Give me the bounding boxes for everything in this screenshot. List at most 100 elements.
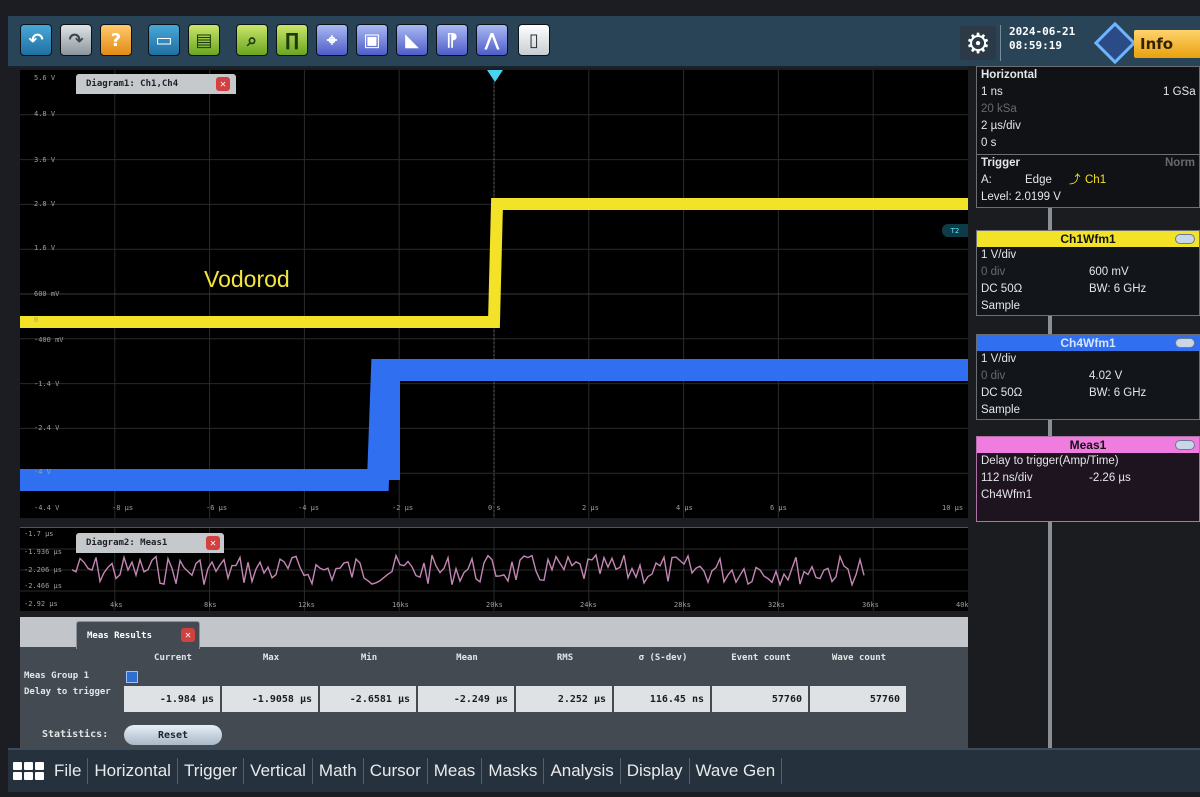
cursor-icon[interactable]: ⌖	[316, 24, 348, 56]
ch4-offset: 4.02 V	[1089, 370, 1123, 382]
result-cell: -2.249 µs	[418, 686, 514, 712]
redo-icon[interactable]: ↷	[60, 24, 92, 56]
ch4-toggle-icon[interactable]	[1175, 338, 1195, 348]
ch1-waveform	[20, 198, 968, 328]
x-tick-label: 2 µs	[582, 504, 599, 512]
horizontal-position: 0 s	[981, 137, 997, 149]
meas-results-panel: Meas Results ✕ Current Max Min Mean RMS σ (S-…	[20, 617, 968, 749]
menu-math[interactable]: Math	[313, 758, 364, 784]
meas1-toggle-icon[interactable]	[1175, 440, 1195, 450]
meas1-panel[interactable]: Meas1 Delay to trigger(Amp/Time) 112 ns/…	[976, 436, 1200, 522]
y-tick-label: 3.6 V	[34, 156, 56, 164]
y-tick-label: -1.7 µs	[24, 530, 54, 538]
diagram1[interactable]: 5.6 V 4.8 V 3.6 V 2.8 V 1.6 V 600 mV 0 -400 mV -…	[20, 70, 968, 518]
zoom-window-icon[interactable]: ▣	[356, 24, 388, 56]
ch1-coupling: DC 50Ω	[981, 283, 1023, 295]
horizontal-title: Horizontal	[981, 69, 1038, 81]
time-text: 08:59:19	[1009, 39, 1062, 52]
menu-display[interactable]: Display	[621, 758, 690, 784]
x-tick-label: 10 µs	[942, 504, 964, 512]
help-icon[interactable]: ?	[100, 24, 132, 56]
trigger-panel[interactable]: Trigger Norm A: Edge ⤴ Ch1 Level: 2.0199…	[976, 154, 1200, 208]
probe-icon[interactable]: ∏	[276, 24, 308, 56]
diagram2-close-icon[interactable]: ✕	[206, 536, 220, 550]
delete-icon[interactable]: ▯	[518, 24, 550, 56]
apps-grid-icon[interactable]	[8, 755, 48, 787]
menu-wave-gen[interactable]: Wave Gen	[690, 758, 783, 784]
diagram2-tab[interactable]: Diagram2: Meas1 ✕	[76, 533, 224, 553]
menu-meas[interactable]: Meas	[428, 758, 483, 784]
x-tick-label: -6 µs	[206, 504, 228, 512]
reset-button[interactable]: Reset	[124, 725, 222, 745]
column-header: Wave count	[831, 653, 887, 663]
trigger-mode: Norm	[1165, 157, 1196, 169]
menu-masks[interactable]: Masks	[482, 758, 545, 784]
ch1-toggle-icon[interactable]	[1175, 234, 1195, 244]
zoom-icon[interactable]: ⌕	[236, 24, 268, 56]
y-tick-label: 2.8 V	[34, 200, 56, 208]
horizontal-sample-rate: 1 GSa	[1163, 86, 1196, 98]
toolbar: ↶ ↷? ▭ ▤ ⌕ ∏ ⌖ ▣ ◣ ⁋ ⋀ ▯ ⚙ 2024-06-21 08:59:19 Info	[8, 16, 1200, 68]
open-folder-icon[interactable]: ▭	[148, 24, 180, 56]
y-tick-label: 1.6 V	[34, 244, 56, 252]
ch1-bandwidth: BW: 6 GHz	[1089, 283, 1147, 295]
statistics-label: Statistics:	[42, 729, 109, 740]
x-tick-label: 36ks	[862, 601, 879, 609]
meas1-header: Meas1	[977, 437, 1199, 453]
x-tick-label: -8 µs	[112, 504, 134, 512]
x-tick-label: 40ks	[956, 601, 968, 609]
ch1-scale: 1 V/div	[981, 249, 1017, 261]
column-header: Event count	[731, 653, 791, 663]
meas-results-close-icon[interactable]: ✕	[181, 628, 195, 642]
marker-icon[interactable]: ⁋	[436, 24, 468, 56]
trigger-line-a: A:	[981, 174, 992, 186]
diagram2[interactable]: -1.7 µs -1.936 µs -2.206 µs -2.466 µs -2.92 …	[20, 527, 968, 611]
undo-icon[interactable]: ↶	[20, 24, 52, 56]
trigger-title: Trigger	[981, 157, 1020, 169]
trigger-source: Ch1	[1085, 174, 1107, 186]
trigger-position-marker-icon[interactable]	[487, 70, 503, 82]
meas-group-checkbox[interactable]	[126, 671, 138, 683]
menu-horizontal[interactable]: Horizontal	[88, 758, 178, 784]
settings-gear-icon[interactable]: ⚙	[960, 26, 996, 60]
y-tick-label: -1.936 µs	[24, 548, 62, 556]
oscilloscope-screen: ↶ ↷? ▭ ▤ ⌕ ∏ ⌖ ▣ ◣ ⁋ ⋀ ▯ ⚙ 2024-06-21 08:59:19 Info…	[0, 0, 1200, 797]
diagram1-tab[interactable]: Diagram1: Ch1,Ch4 ✕	[76, 74, 236, 94]
y-tick-label: -2.4 V	[34, 424, 60, 432]
menu-file[interactable]: File	[48, 758, 89, 784]
column-header: RMS	[556, 653, 574, 663]
menu-vertical[interactable]: Vertical	[244, 758, 313, 784]
measure-icon[interactable]: ◣	[396, 24, 428, 56]
column-header: Min	[360, 653, 378, 663]
ch4-offset-div: 0 div	[981, 370, 1006, 382]
column-header: Mean	[456, 653, 478, 663]
x-tick-label: 28ks	[674, 601, 691, 609]
ch4-bandwidth: BW: 6 GHz	[1089, 387, 1147, 399]
ch1-panel[interactable]: Ch1Wfm1 1 V/div 0 div 600 mV DC 50Ω BW: …	[976, 230, 1200, 316]
horizontal-resolution-row: 1 ns 1 GSa	[977, 84, 1199, 101]
result-cell: 116.45 ns	[614, 686, 710, 712]
meas-results-tab[interactable]: Meas Results ✕	[76, 621, 200, 649]
menu-trigger[interactable]: Trigger	[178, 758, 245, 784]
y-tick-label: -4 V	[34, 468, 51, 476]
result-cell: 57760	[810, 686, 906, 712]
save-icon[interactable]: ▤	[188, 24, 220, 56]
ch4-title: Ch4Wfm1	[1060, 336, 1116, 350]
menu-analysis[interactable]: Analysis	[544, 758, 621, 784]
date-text: 2024-06-21	[1009, 25, 1076, 38]
y-tick-label: -2.206 µs	[24, 566, 62, 574]
diagram1-close-icon[interactable]: ✕	[216, 77, 230, 91]
info-button[interactable]: Info	[1134, 30, 1200, 58]
trigger-type: Edge	[1025, 174, 1052, 186]
menu-cursor[interactable]: Cursor	[364, 758, 428, 784]
ch1-coupling-row: DC 50Ω BW: 6 GHz	[977, 281, 1199, 298]
trigger-level-marker[interactable]: T2	[942, 224, 968, 237]
meas1-value: -2.26 µs	[1089, 472, 1131, 484]
fft-icon[interactable]: ⋀	[476, 24, 508, 56]
ch4-scale: 1 V/div	[981, 353, 1017, 365]
horizontal-panel[interactable]: Horizontal 1 ns 1 GSa 20 kSa 2 µs/div 0 …	[976, 66, 1200, 162]
ch4-panel[interactable]: Ch4Wfm1 1 V/div 0 div 4.02 V DC 50Ω BW: …	[976, 334, 1200, 420]
x-tick-label: -4 µs	[298, 504, 320, 512]
ch1-offset-row: 0 div 600 mV	[977, 264, 1199, 281]
x-tick-label: 20ks	[486, 601, 503, 609]
